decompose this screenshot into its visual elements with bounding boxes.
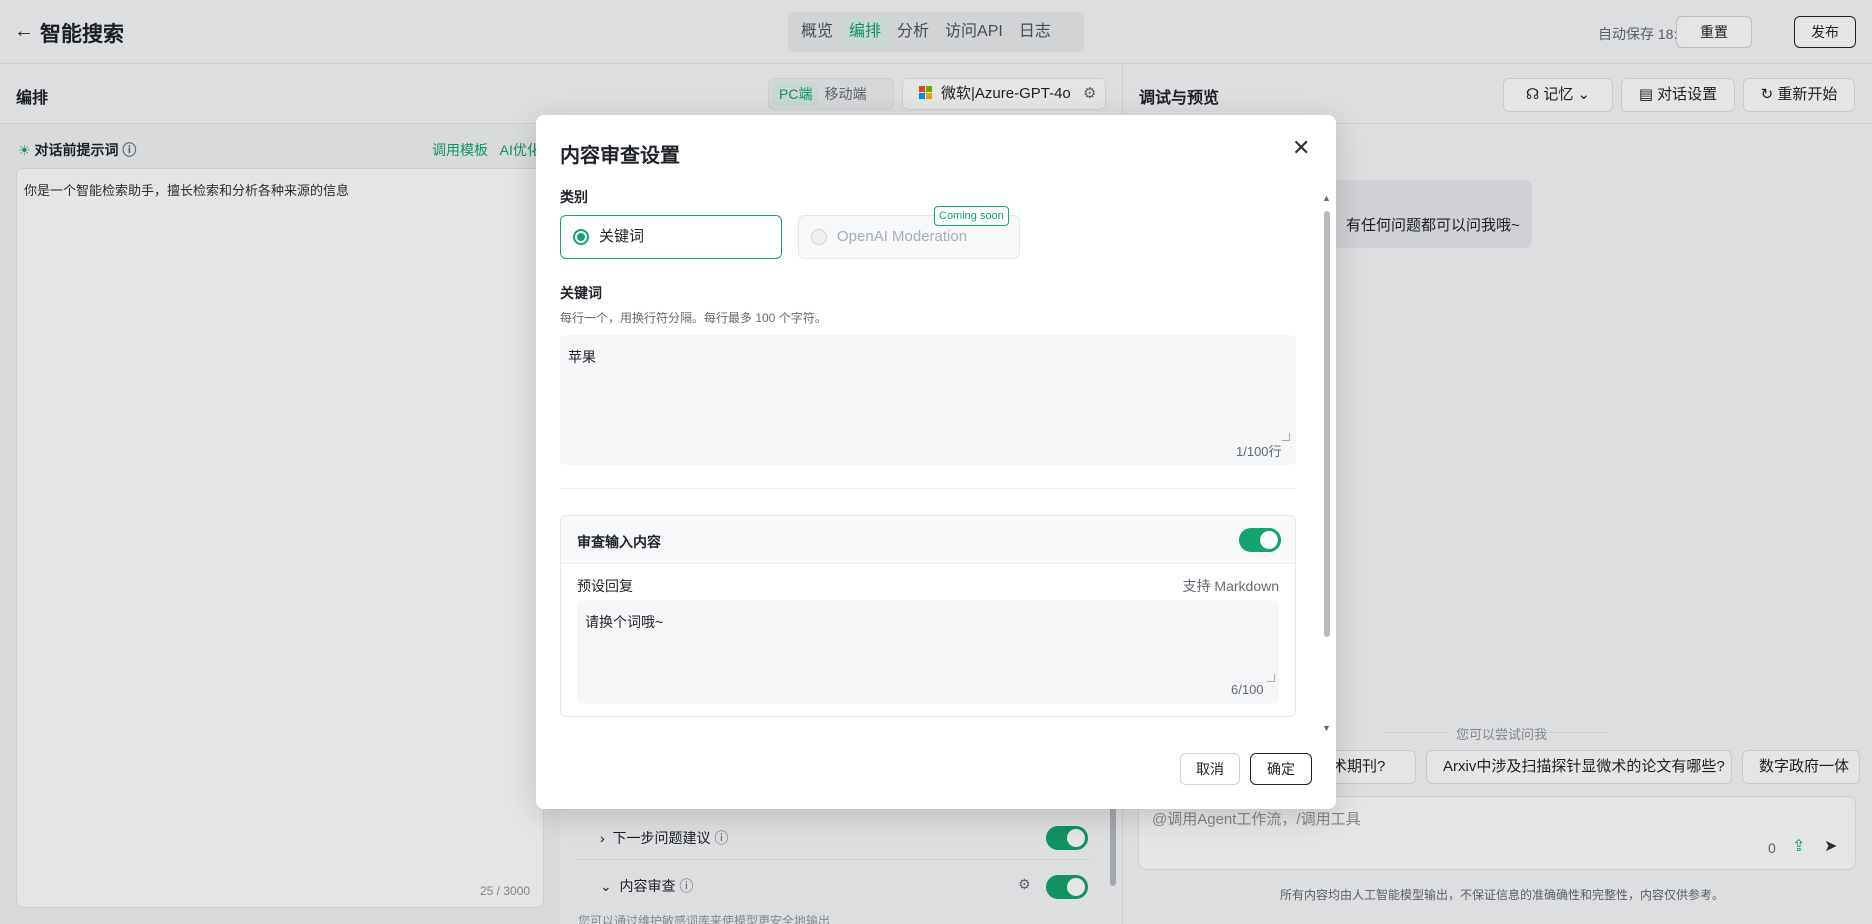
content-review-modal: 内容审查设置 ✕ 类别 关键词 OpenAI Moderation Coming…	[536, 115, 1336, 809]
divider	[560, 488, 1296, 489]
preset-reply-textarea[interactable]	[577, 600, 1279, 704]
category-label: 类别	[560, 189, 588, 205]
scroll-down-icon[interactable]: ▼	[1322, 723, 1331, 733]
markdown-support-label: 支持 Markdown	[1182, 578, 1279, 594]
keywords-count: 1/100行	[1236, 444, 1282, 459]
coming-soon-badge: Coming soon	[934, 206, 1009, 226]
modal-scrollbar[interactable]	[1324, 211, 1330, 637]
preset-reply-label: 预设回复	[577, 578, 633, 594]
preset-reply-count: 6/100	[1231, 682, 1264, 697]
preset-reply-value: 请换个词哦~	[585, 614, 664, 630]
cancel-button[interactable]: 取消	[1180, 753, 1240, 785]
keywords-value: 苹果	[568, 349, 596, 365]
radio-disabled-icon	[811, 229, 827, 245]
review-input-label: 审查输入内容	[577, 534, 661, 550]
radio-checked-icon	[573, 229, 589, 245]
confirm-button[interactable]: 确定	[1250, 753, 1312, 785]
option-keyword-label: 关键词	[599, 228, 645, 245]
option-openai-label: OpenAI Moderation	[837, 228, 968, 245]
keywords-label: 关键词	[560, 285, 602, 301]
resize-handle-icon[interactable]	[1267, 674, 1275, 682]
resize-handle-icon[interactable]	[1282, 433, 1290, 441]
review-input-section: 审查输入内容 预设回复 支持 Markdown 请换个词哦~ 6/100	[560, 515, 1296, 717]
option-keyword[interactable]: 关键词	[560, 215, 782, 259]
keywords-textarea[interactable]	[560, 335, 1296, 465]
modal-title: 内容审查设置	[560, 145, 680, 167]
keywords-hint: 每行一个，用换行符分隔。每行最多 100 个字符。	[560, 311, 827, 325]
close-icon[interactable]: ✕	[1292, 137, 1310, 159]
review-input-header: 审查输入内容	[561, 516, 1295, 564]
scroll-up-icon[interactable]: ▲	[1322, 193, 1331, 203]
review-input-toggle[interactable]	[1239, 528, 1281, 552]
